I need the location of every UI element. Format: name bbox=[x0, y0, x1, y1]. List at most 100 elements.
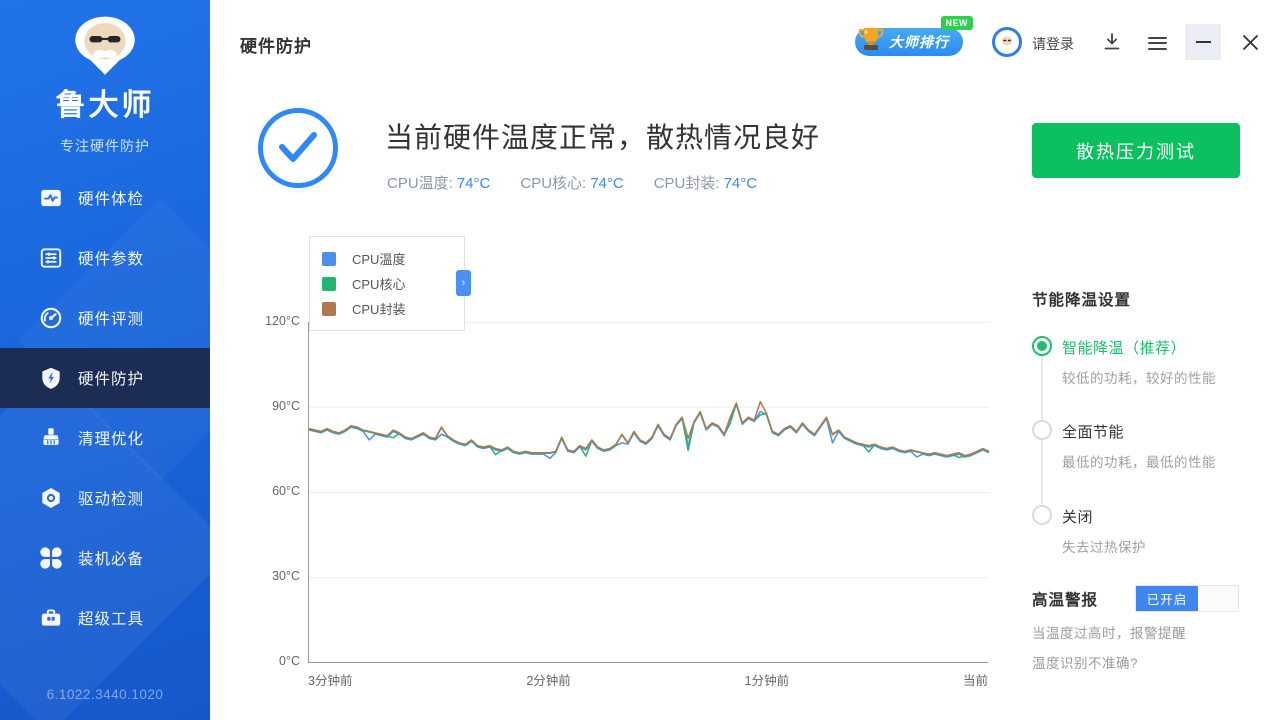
y-tick: 60°C bbox=[255, 484, 300, 498]
x-axis-labels: 3分钟前 2分钟前 1分钟前 当前 bbox=[308, 670, 988, 689]
sidebar-item-label: 清理优化 bbox=[78, 427, 144, 449]
metric-label: CPU温度: bbox=[387, 175, 453, 192]
toolbox-icon bbox=[38, 605, 64, 631]
x-tick: 2分钟前 bbox=[526, 670, 570, 689]
legend-item-cpu-core[interactable]: CPU核心 bbox=[322, 271, 452, 296]
legend-expander-button[interactable]: › bbox=[456, 270, 471, 296]
sidebar-menu: 硬件体检 硬件参数 bbox=[0, 168, 210, 648]
sidebar-item-tools[interactable]: 超级工具 bbox=[0, 588, 210, 648]
monitor-pulse-icon bbox=[38, 185, 64, 211]
app-version: 6.1022.3440.1020 bbox=[0, 687, 210, 702]
chart-plot-area: CPU温度 CPU核心 CPU封装 › bbox=[308, 322, 988, 663]
mascot-logo-icon bbox=[62, 14, 148, 76]
sidebar-item-label: 硬件体检 bbox=[78, 187, 144, 209]
apps-icon bbox=[38, 545, 64, 571]
sidebar-item-params[interactable]: 硬件参数 bbox=[0, 228, 210, 288]
page-title: 硬件防护 bbox=[240, 32, 312, 57]
app-title: 鲁大师 bbox=[0, 80, 210, 124]
close-button[interactable] bbox=[1232, 24, 1268, 60]
sidebar-item-essentials[interactable]: 装机必备 bbox=[0, 528, 210, 588]
metric-label: CPU核心: bbox=[520, 175, 586, 192]
nut-icon bbox=[38, 485, 64, 511]
avatar-mascot-icon bbox=[995, 30, 1019, 54]
alarm-description: 当温度过高时，报警提醒 bbox=[1032, 622, 1186, 642]
cpu-package-swatch bbox=[322, 302, 336, 316]
cooling-settings-title: 节能降温设置 bbox=[1032, 288, 1131, 310]
sliders-icon bbox=[38, 245, 64, 271]
stress-test-button[interactable]: 散热压力测试 bbox=[1032, 123, 1240, 178]
option-desc: 较低的功耗，较好的性能 bbox=[1062, 367, 1216, 387]
y-tick: 90°C bbox=[255, 399, 300, 413]
sidebar-item-label: 装机必备 bbox=[78, 547, 144, 569]
legend-label: CPU封装 bbox=[352, 299, 405, 318]
sidebar-item-cleanup[interactable]: 清理优化 bbox=[0, 408, 210, 468]
status-ok-icon bbox=[258, 108, 338, 188]
close-icon bbox=[1242, 34, 1259, 51]
legend-label: CPU核心 bbox=[352, 274, 405, 293]
download-icon[interactable] bbox=[1100, 30, 1124, 54]
master-ranking-button[interactable]: 大师排行 NEW bbox=[855, 28, 963, 56]
y-tick: 0°C bbox=[255, 654, 300, 668]
metric-value: 74°C bbox=[457, 175, 491, 192]
app-slogan: 专注硬件防护 bbox=[0, 136, 210, 156]
metric-value: 74°C bbox=[590, 175, 624, 192]
legend-label: CPU温度 bbox=[352, 249, 405, 268]
option-desc: 最低的功耗，最低的性能 bbox=[1062, 451, 1216, 471]
cpu-temp-swatch bbox=[322, 252, 336, 266]
cpu-package-metric: CPU封装:74°C bbox=[654, 172, 757, 193]
sidebar-item-checkup[interactable]: 硬件体检 bbox=[0, 168, 210, 228]
sidebar-item-label: 驱动检测 bbox=[78, 487, 144, 509]
sidebar-item-label: 硬件评测 bbox=[78, 307, 144, 329]
y-tick: 120°C bbox=[255, 314, 300, 328]
high-temp-alarm-title: 高温警报 bbox=[1032, 588, 1098, 610]
master-ranking-label: 大师排行 bbox=[889, 32, 949, 52]
option-desc: 失去过热保护 bbox=[1062, 536, 1146, 556]
main-content: 硬件防护 大师排行 NEW 请登录 bbox=[210, 0, 1280, 720]
speedometer-icon bbox=[38, 305, 64, 331]
temperature-accuracy-link[interactable]: 温度识别不准确? bbox=[1032, 652, 1138, 672]
cpu-temp-metric: CPU温度:74°C bbox=[387, 172, 490, 193]
x-tick: 3分钟前 bbox=[308, 670, 352, 689]
hamburger-menu-icon[interactable] bbox=[1148, 33, 1172, 57]
cooling-option[interactable]: 全面节能 最低的功耗，最低的性能 bbox=[1032, 420, 1216, 471]
temperature-chart-svg bbox=[309, 322, 989, 663]
y-tick: 30°C bbox=[255, 569, 300, 583]
option-label: 全面节能 bbox=[1062, 420, 1216, 442]
shield-bolt-icon bbox=[38, 365, 64, 391]
broom-icon bbox=[38, 425, 64, 451]
new-badge: NEW bbox=[941, 16, 974, 30]
user-avatar[interactable] bbox=[992, 27, 1022, 57]
alarm-toggle-on-label: 已开启 bbox=[1136, 586, 1198, 611]
cpu-core-metric: CPU核心:74°C bbox=[520, 172, 623, 193]
radio-smart-cooling[interactable] bbox=[1032, 336, 1052, 356]
radio-full-saving[interactable] bbox=[1032, 420, 1052, 440]
legend-item-cpu-temp[interactable]: CPU温度 bbox=[322, 246, 452, 271]
trophy-icon bbox=[855, 22, 887, 56]
sidebar-item-label: 超级工具 bbox=[78, 607, 144, 629]
sidebar: 鲁大师 专注硬件防护 硬件体检 bbox=[0, 0, 210, 720]
chart-legend: CPU温度 CPU核心 CPU封装 › bbox=[309, 236, 465, 331]
y-axis-labels: 120°C 90°C 60°C 30°C 0°C bbox=[255, 322, 300, 663]
sidebar-item-benchmark[interactable]: 硬件评测 bbox=[0, 288, 210, 348]
cooling-option[interactable]: 智能降温（推荐） 较低的功耗，较好的性能 bbox=[1032, 336, 1216, 387]
alarm-toggle[interactable]: 已开启 bbox=[1135, 585, 1239, 612]
cooling-option[interactable]: 关闭 失去过热保护 bbox=[1032, 505, 1146, 556]
app-logo: 鲁大师 专注硬件防护 bbox=[0, 0, 210, 156]
sidebar-item-driver[interactable]: 驱动检测 bbox=[0, 468, 210, 528]
metric-value: 74°C bbox=[724, 175, 758, 192]
cpu-core-swatch bbox=[322, 277, 336, 291]
radio-off[interactable] bbox=[1032, 505, 1052, 525]
status-headline: 当前硬件温度正常，散热情况良好 bbox=[385, 116, 820, 156]
metric-label: CPU封装: bbox=[654, 175, 720, 192]
cpu-metrics: CPU温度:74°C CPU核心:74°C CPU封装:74°C bbox=[387, 172, 757, 193]
option-label: 智能降温（推荐） bbox=[1062, 336, 1216, 358]
sidebar-item-protection[interactable]: 硬件防护 bbox=[0, 348, 210, 408]
temperature-chart: 120°C 90°C 60°C 30°C 0°C CPU温度 bbox=[255, 322, 995, 689]
sidebar-item-label: 硬件防护 bbox=[78, 367, 144, 389]
legend-item-cpu-package[interactable]: CPU封装 bbox=[322, 296, 452, 321]
login-link[interactable]: 请登录 bbox=[1032, 34, 1074, 54]
app-window: 鲁大师 专注硬件防护 硬件体检 bbox=[0, 0, 1280, 720]
x-tick: 当前 bbox=[963, 670, 988, 689]
minimize-button[interactable] bbox=[1185, 24, 1221, 60]
x-tick: 1分钟前 bbox=[745, 670, 789, 689]
